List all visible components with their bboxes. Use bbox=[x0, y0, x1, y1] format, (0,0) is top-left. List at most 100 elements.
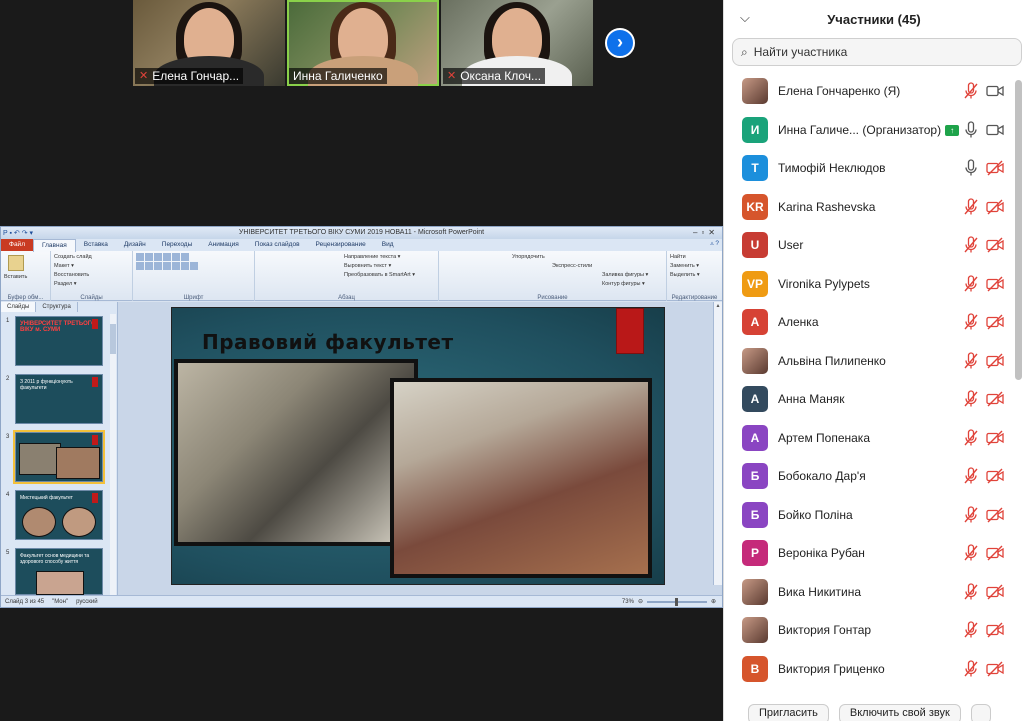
microphone-muted-icon[interactable] bbox=[964, 582, 978, 601]
slide-thumbnail[interactable]: Факультет основ медицини та здорового сп… bbox=[15, 548, 103, 595]
arrange-button[interactable]: Упорядочить bbox=[442, 253, 663, 262]
microphone-icon[interactable] bbox=[964, 120, 978, 139]
microphone-muted-icon[interactable] bbox=[964, 467, 978, 485]
microphone-muted-icon[interactable] bbox=[964, 390, 978, 408]
video-camera-off-icon[interactable] bbox=[986, 430, 1004, 446]
microphone-icon[interactable] bbox=[964, 159, 978, 177]
video-camera-off-icon[interactable] bbox=[986, 661, 1004, 677]
microphone-muted-icon[interactable] bbox=[964, 428, 978, 447]
tab-outline[interactable]: Структура bbox=[36, 302, 78, 312]
microphone-muted-icon[interactable] bbox=[964, 197, 978, 216]
participant-row[interactable]: Альвіна Пилипенко bbox=[724, 342, 1016, 381]
participant-row[interactable]: KR Karina Rashevska bbox=[724, 188, 1016, 227]
list-scrollbar[interactable] bbox=[1015, 72, 1022, 692]
video-camera-off-icon[interactable] bbox=[986, 314, 1004, 330]
unmute-button[interactable]: Включить свой звук bbox=[838, 704, 961, 721]
next-page-arrow-icon[interactable]: › bbox=[605, 28, 635, 58]
video-camera-off-icon[interactable] bbox=[986, 545, 1004, 561]
video-camera-off-icon[interactable] bbox=[986, 353, 1004, 369]
tab-insert[interactable]: Вставка bbox=[76, 239, 116, 251]
participant-row[interactable]: И Инна Галиче... (Организатор) ↑ bbox=[724, 111, 1016, 150]
video-camera-icon[interactable] bbox=[986, 122, 1004, 138]
slide-thumbnail-selected[interactable] bbox=[13, 430, 105, 484]
participant-row[interactable]: А Артем Попенака bbox=[724, 419, 1016, 458]
panel-scrollbar[interactable] bbox=[110, 314, 116, 595]
editor-scrollbar[interactable]: ▴ bbox=[713, 302, 722, 585]
align-text-button[interactable]: Выровнить текст ▾ bbox=[258, 262, 435, 271]
microphone-muted-icon[interactable] bbox=[964, 274, 978, 293]
video-camera-off-icon[interactable] bbox=[986, 468, 1004, 484]
font-format-controls[interactable] bbox=[136, 262, 251, 271]
participant-row[interactable]: А Анна Маняк bbox=[724, 380, 1016, 419]
chevron-down-icon[interactable]: ⌵ bbox=[740, 10, 750, 26]
video-camera-off-icon[interactable] bbox=[986, 391, 1004, 407]
video-camera-off-icon[interactable] bbox=[986, 237, 1004, 253]
paste-button[interactable]: Вставить bbox=[4, 273, 47, 282]
video-camera-off-icon[interactable] bbox=[986, 622, 1004, 638]
microphone-muted-icon[interactable] bbox=[964, 351, 978, 370]
tab-home[interactable]: Главная bbox=[32, 238, 76, 252]
shape-outline-button[interactable]: Контур фигуры ▾ bbox=[442, 280, 663, 289]
invite-button[interactable]: Пригласить bbox=[748, 704, 829, 721]
participant-row[interactable]: Виктория Гонтар bbox=[724, 611, 1016, 650]
video-camera-icon[interactable] bbox=[986, 83, 1004, 99]
microphone-muted-icon[interactable] bbox=[964, 659, 978, 678]
tab-slides[interactable]: Слайды bbox=[1, 302, 37, 312]
font-controls[interactable] bbox=[136, 253, 251, 262]
tab-view[interactable]: Вид bbox=[374, 239, 402, 251]
participant-row[interactable]: Т Тимофій Неклюдов bbox=[724, 149, 1016, 188]
video-camera-off-icon[interactable] bbox=[986, 584, 1004, 600]
microphone-muted-icon[interactable] bbox=[964, 236, 978, 254]
participant-row[interactable]: Елена Гончаренко (Я) bbox=[724, 72, 1016, 111]
scroll-thumb[interactable] bbox=[1015, 80, 1022, 380]
tab-transitions[interactable]: Переходы bbox=[154, 239, 201, 251]
tab-animation[interactable]: Анимация bbox=[200, 239, 247, 251]
microphone-muted-icon[interactable] bbox=[964, 621, 978, 639]
tab-file[interactable]: Файл bbox=[1, 239, 33, 251]
section-button[interactable]: Раздел ▾ bbox=[54, 280, 129, 289]
current-slide[interactable]: Правовий факультет bbox=[171, 307, 665, 585]
find-button[interactable]: Найти bbox=[670, 253, 719, 262]
scroll-thumb[interactable] bbox=[110, 324, 116, 354]
tab-slideshow[interactable]: Показ слайдов bbox=[247, 239, 308, 251]
shape-fill-button[interactable]: Заливка фигуры ▾ bbox=[442, 271, 663, 280]
video-tile-active-speaker[interactable]: Инна Галиченко bbox=[287, 0, 439, 86]
video-tile[interactable]: ✕ Елена Гончар... bbox=[133, 0, 285, 86]
slide-thumbnail[interactable]: З 2011 р функціонують факультети bbox=[15, 374, 103, 424]
video-camera-off-icon[interactable] bbox=[986, 507, 1004, 523]
smartart-button[interactable]: Преобразовать в SmartArt ▾ bbox=[258, 271, 435, 280]
slide-thumbnail[interactable]: УНІВЕРСИТЕТ ТРЕТЬОГО ВІКУ м. СУМИ bbox=[15, 316, 103, 366]
reset-button[interactable]: Восстановить bbox=[54, 271, 129, 280]
microphone-muted-icon[interactable] bbox=[964, 544, 978, 562]
video-camera-off-icon[interactable] bbox=[986, 276, 1004, 292]
search-input[interactable] bbox=[753, 45, 994, 59]
participant-row[interactable]: Вика Никитина bbox=[724, 573, 1016, 612]
more-options-button[interactable] bbox=[970, 704, 991, 721]
paste-icon[interactable] bbox=[8, 255, 24, 271]
quick-styles-button[interactable]: Экспресс-стили bbox=[442, 262, 663, 271]
participant-row[interactable]: Р Вероніка Рубан bbox=[724, 534, 1016, 573]
video-camera-off-icon[interactable] bbox=[986, 160, 1004, 176]
replace-button[interactable]: Заменить ▾ bbox=[670, 262, 719, 271]
zoom-slider[interactable] bbox=[646, 597, 707, 606]
layout-button[interactable]: Макет ▾ bbox=[54, 262, 129, 271]
video-camera-off-icon[interactable] bbox=[986, 199, 1004, 215]
participant-row[interactable]: В Виктория Гриценко bbox=[724, 650, 1016, 689]
zoom-in-icon[interactable]: ⊕ bbox=[711, 598, 716, 605]
zoom-slider-thumb[interactable] bbox=[674, 597, 678, 606]
participant-row[interactable]: А Аленка bbox=[724, 303, 1016, 342]
participant-row[interactable]: VP Vironika Pylypets bbox=[724, 265, 1016, 304]
microphone-muted-icon[interactable] bbox=[964, 313, 978, 331]
slide-thumbnail[interactable]: Мистецький факультет bbox=[15, 490, 103, 540]
participant-row[interactable]: U User bbox=[724, 226, 1016, 265]
new-slide-button[interactable]: Создать слайд bbox=[54, 253, 129, 262]
microphone-muted-icon[interactable] bbox=[964, 505, 978, 524]
text-direction-button[interactable]: Направление текста ▾ bbox=[258, 253, 435, 262]
window-controls[interactable]: –▫✕ bbox=[693, 227, 719, 239]
microphone-muted-icon[interactable] bbox=[964, 82, 978, 100]
video-tile[interactable]: ✕ Оксана Клоч... bbox=[441, 0, 593, 86]
zoom-out-icon[interactable]: ⊖ bbox=[638, 598, 643, 605]
tab-design[interactable]: Дизайн bbox=[116, 239, 154, 251]
tab-review[interactable]: Рецензирование bbox=[308, 239, 374, 251]
participant-search[interactable]: ⌕ bbox=[732, 38, 1022, 66]
